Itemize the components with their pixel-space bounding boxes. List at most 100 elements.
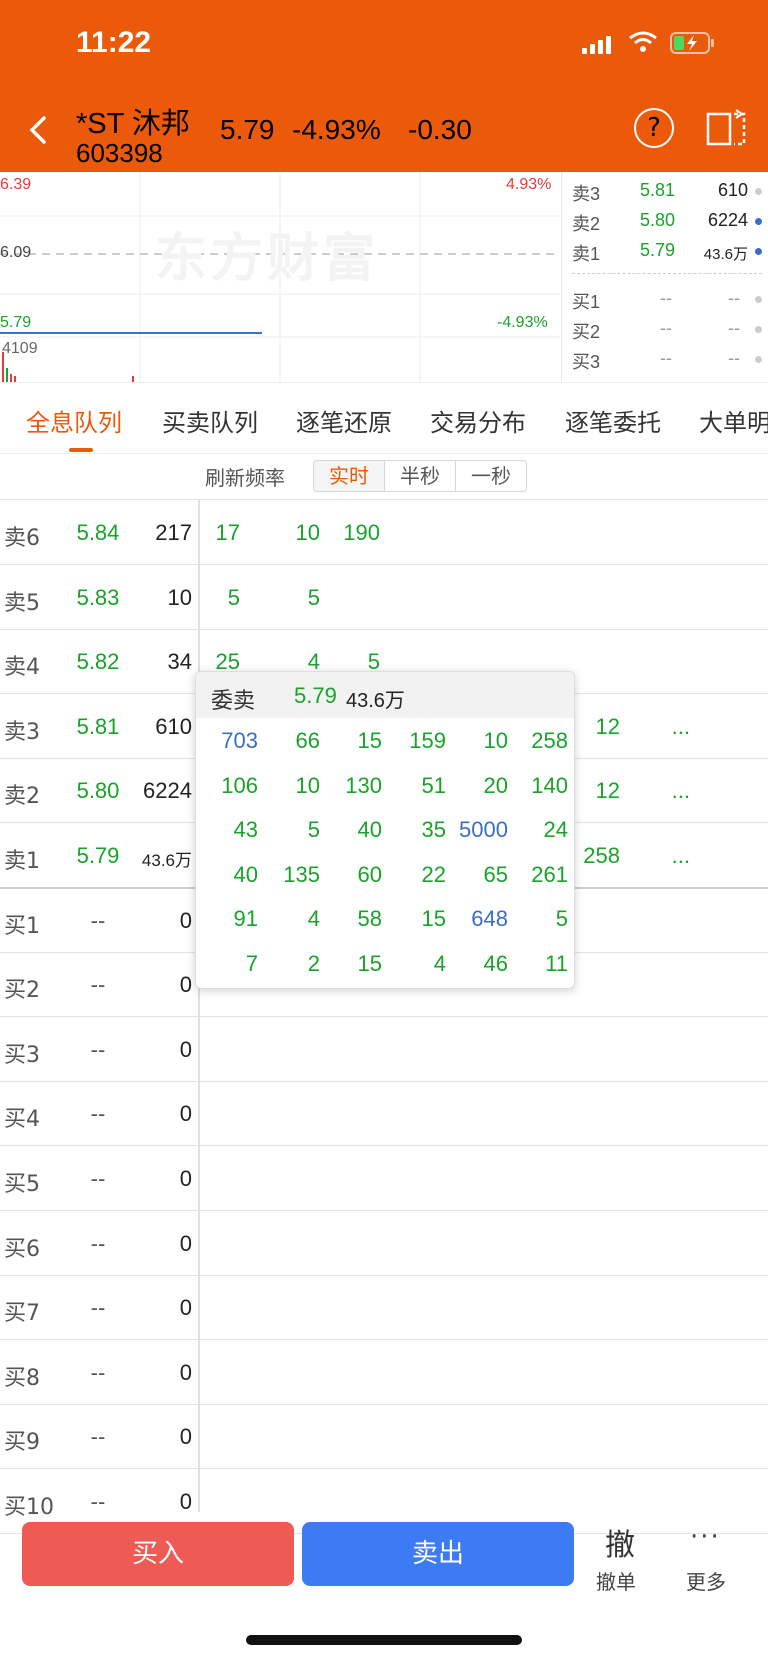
chart-low-pct: -4.93% bbox=[497, 314, 548, 331]
chart-low-price: 5.79 bbox=[0, 314, 32, 331]
queue-price: -- bbox=[90, 907, 106, 933]
popup-order-size: 51 bbox=[421, 772, 446, 798]
queue-row[interactable]: 买7 -- 0 bbox=[0, 1275, 768, 1341]
queue-order-size: 5 bbox=[227, 584, 240, 610]
popup-order-size: 40 bbox=[357, 817, 382, 842]
queue-row[interactable]: 卖5 5.83 10 5 5 bbox=[0, 565, 768, 630]
dot-icon bbox=[755, 326, 762, 333]
queue-price: -- bbox=[90, 1424, 106, 1450]
queue-divider bbox=[198, 500, 200, 1512]
dot-icon bbox=[755, 356, 762, 363]
refresh-one-second[interactable]: 一秒 bbox=[455, 460, 527, 492]
popup-order-size: 43 bbox=[233, 817, 258, 842]
queue-row[interactable]: 买9 -- 0 bbox=[0, 1404, 768, 1470]
dot-icon bbox=[755, 296, 762, 303]
popup-order-size: 7 bbox=[245, 950, 258, 976]
tab-full-queue[interactable]: 全息队列 bbox=[26, 403, 122, 438]
queue-price: -- bbox=[90, 1295, 106, 1321]
chart-high-price: 6.39 bbox=[0, 176, 32, 193]
tab-tick-orders[interactable]: 逐笔委托 bbox=[565, 403, 661, 438]
mini-book-row: 卖1 5.79 43.6万 bbox=[562, 236, 768, 266]
queue-level-label: 买5 bbox=[4, 1172, 40, 1197]
more-icon[interactable]: ··· bbox=[690, 1522, 721, 1552]
buy-button[interactable]: 买入 bbox=[22, 1522, 294, 1586]
more-label[interactable]: 更多 bbox=[686, 1566, 726, 1595]
queue-volume: 0 bbox=[179, 1230, 192, 1256]
stock-price: 5.79 bbox=[220, 114, 275, 145]
active-tab-indicator bbox=[69, 448, 93, 452]
queue-row[interactable]: 买5 -- 0 bbox=[0, 1146, 768, 1211]
cancel-order-label[interactable]: 撤单 bbox=[596, 1566, 636, 1595]
queue-row[interactable]: 买8 -- 0 bbox=[0, 1340, 768, 1405]
queue-price: 5.79 bbox=[76, 843, 120, 868]
popup-order-size: 58 bbox=[357, 906, 382, 931]
cancel-order-icon[interactable]: 撤 bbox=[600, 1520, 640, 1564]
refresh-half-second[interactable]: 半秒 bbox=[384, 460, 456, 492]
chart-watermark: 东方财富 bbox=[155, 229, 380, 289]
refresh-realtime[interactable]: 实时 bbox=[313, 460, 385, 492]
popup-header: 委卖 5.79 43.6万 bbox=[196, 672, 574, 718]
popup-order-size: 261 bbox=[531, 861, 568, 887]
switch-layout-icon[interactable] bbox=[706, 108, 746, 148]
dot-icon bbox=[755, 218, 762, 225]
stock-name: *ST 沐邦 bbox=[76, 108, 190, 140]
queue-row[interactable]: 买6 -- 0 bbox=[0, 1211, 768, 1276]
queue-price: 5.84 bbox=[76, 520, 120, 545]
queue-level-label: 卖1 bbox=[4, 849, 40, 874]
popup-order-size: 66 bbox=[295, 728, 320, 753]
queue-order-size: 5 bbox=[307, 584, 320, 610]
tab-bar: 全息队列 买卖队列 逐笔还原 交易分布 逐笔委托 大单明 bbox=[0, 382, 768, 454]
chart-volume: 4109 bbox=[2, 340, 38, 357]
queue-volume: 0 bbox=[179, 1424, 192, 1450]
dot-icon bbox=[755, 188, 762, 195]
queue-order-size: ... bbox=[671, 778, 690, 804]
mini-book-row: 买1 -- -- bbox=[562, 284, 768, 314]
chart-high-pct: 4.93% bbox=[506, 176, 552, 193]
queue-volume: 0 bbox=[179, 1036, 192, 1062]
mini-order-book: 卖3 5.81 610 卖2 5.80 6224 卖1 5.79 43.6万 买… bbox=[561, 172, 768, 382]
refresh-label: 刷新频率 bbox=[205, 466, 285, 490]
queue-volume: 0 bbox=[179, 1166, 192, 1191]
queue-level-label: 买9 bbox=[4, 1430, 40, 1456]
intraday-chart[interactable]: 东方财富 6.39 6.09 5.79 4.93% -4.93% 4109 bbox=[0, 172, 560, 382]
tab-bid-ask-queue[interactable]: 买卖队列 bbox=[162, 403, 258, 438]
sell-order-popup[interactable]: 委卖 5.79 43.6万 703 66 15 159 10 258 106 10 130 51 2… bbox=[195, 671, 575, 989]
queue-level-label: 买2 bbox=[4, 978, 40, 1004]
queue-level-label: 买8 bbox=[4, 1365, 40, 1391]
tab-tick-restore[interactable]: 逐笔还原 bbox=[296, 403, 392, 438]
queue-level-label: 买6 bbox=[4, 1236, 40, 1262]
popup-order-size: 159 bbox=[409, 728, 446, 753]
queue-row[interactable]: 卖6 5.84 217 17 10 190 bbox=[0, 500, 768, 565]
queue-level-label: 卖5 bbox=[4, 590, 40, 616]
popup-order-size: 60 bbox=[357, 861, 382, 887]
stock-change-pct: -4.93% bbox=[292, 114, 381, 145]
queue-row[interactable]: 买4 -- 0 bbox=[0, 1081, 768, 1147]
wifi-icon bbox=[629, 31, 657, 52]
queue-volume: 0 bbox=[179, 907, 192, 933]
queue-order-size: 10 bbox=[295, 520, 320, 545]
back-icon[interactable] bbox=[24, 110, 54, 150]
popup-order-size: 5 bbox=[307, 817, 320, 842]
help-icon[interactable]: ? bbox=[634, 108, 674, 148]
tab-large-orders[interactable]: 大单明 bbox=[699, 403, 768, 438]
battery-icon bbox=[670, 32, 714, 54]
popup-order-size: 703 bbox=[221, 728, 258, 753]
queue-price: -- bbox=[90, 1101, 106, 1127]
popup-order-size: 15 bbox=[357, 728, 382, 753]
tab-trade-distribution[interactable]: 交易分布 bbox=[430, 403, 526, 438]
queue-level-label: 买3 bbox=[4, 1042, 40, 1068]
mini-book-row: 买2 -- -- bbox=[562, 314, 768, 344]
queue-row[interactable]: 买3 -- 0 bbox=[0, 1017, 768, 1082]
queue-level-label: 买10 bbox=[4, 1495, 54, 1520]
queue-level-label: 卖3 bbox=[4, 719, 40, 745]
sell-button[interactable]: 卖出 bbox=[302, 1522, 574, 1586]
queue-level-label: 买7 bbox=[4, 1301, 40, 1327]
queue-volume: 0 bbox=[179, 1359, 192, 1385]
popup-order-size: 10 bbox=[295, 772, 320, 798]
popup-order-size: 258 bbox=[531, 728, 568, 753]
popup-order-size: 106 bbox=[221, 772, 258, 798]
queue-order-size: 190 bbox=[343, 520, 380, 545]
queue-price: 5.83 bbox=[76, 584, 120, 610]
queue-price: -- bbox=[90, 1489, 106, 1514]
popup-order-size: 4 bbox=[433, 950, 446, 976]
